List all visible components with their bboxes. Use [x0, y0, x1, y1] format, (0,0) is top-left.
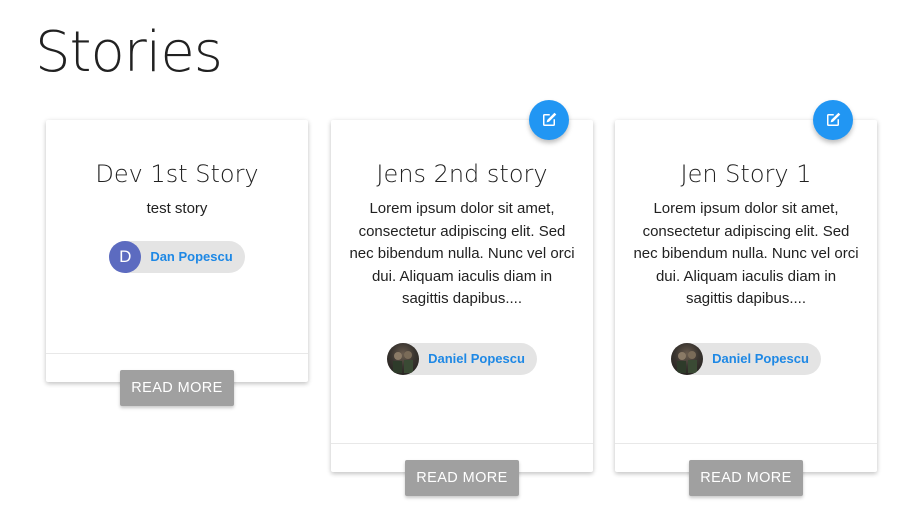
edit-button[interactable] [813, 100, 853, 140]
story-card: Jens 2nd story Lorem ipsum dolor sit ame… [331, 100, 593, 496]
author-name: Daniel Popescu [712, 351, 809, 366]
avatar-photo-icon [393, 350, 414, 373]
author-name: Dan Popescu [150, 249, 233, 264]
read-more-button[interactable]: READ MORE [689, 459, 803, 496]
story-title: Jen Story 1 [680, 160, 812, 188]
avatar: D [109, 240, 142, 273]
read-more-button[interactable]: READ MORE [405, 459, 519, 496]
read-more-button[interactable]: READ MORE [120, 369, 234, 406]
story-excerpt: test story [146, 200, 208, 217]
avatar-photo-icon [677, 350, 698, 373]
avatar [671, 342, 704, 375]
edit-icon [827, 112, 841, 126]
avatar [387, 342, 420, 375]
author-chip[interactable]: D Dan Popescu [109, 240, 245, 273]
card-footer: READ MORE [615, 443, 877, 511]
story-title: Jens 2nd story [376, 160, 548, 188]
card-body: Jens 2nd story Lorem ipsum dolor sit ame… [331, 160, 593, 443]
edit-button[interactable] [529, 100, 569, 140]
edit-icon [543, 112, 557, 126]
story-excerpt: Lorem ipsum dolor sit amet, consectetur … [633, 200, 859, 307]
page-title: Stories [35, 20, 223, 85]
card-body: Jen Story 1 Lorem ipsum dolor sit amet, … [615, 160, 877, 443]
author-chip[interactable]: Daniel Popescu [671, 342, 821, 375]
card-body: Dev 1st Story test story D Dan Popescu [46, 160, 308, 353]
author-name: Daniel Popescu [428, 351, 525, 366]
author-chip[interactable]: Daniel Popescu [387, 342, 537, 375]
story-card: Jen Story 1 Lorem ipsum dolor sit amet, … [615, 100, 877, 496]
card-footer: READ MORE [46, 353, 308, 421]
story-title: Dev 1st Story [95, 160, 259, 188]
card-footer: READ MORE [331, 443, 593, 511]
story-excerpt: Lorem ipsum dolor sit amet, consectetur … [349, 200, 575, 307]
story-card: Dev 1st Story test story D Dan Popescu R… [46, 120, 308, 406]
